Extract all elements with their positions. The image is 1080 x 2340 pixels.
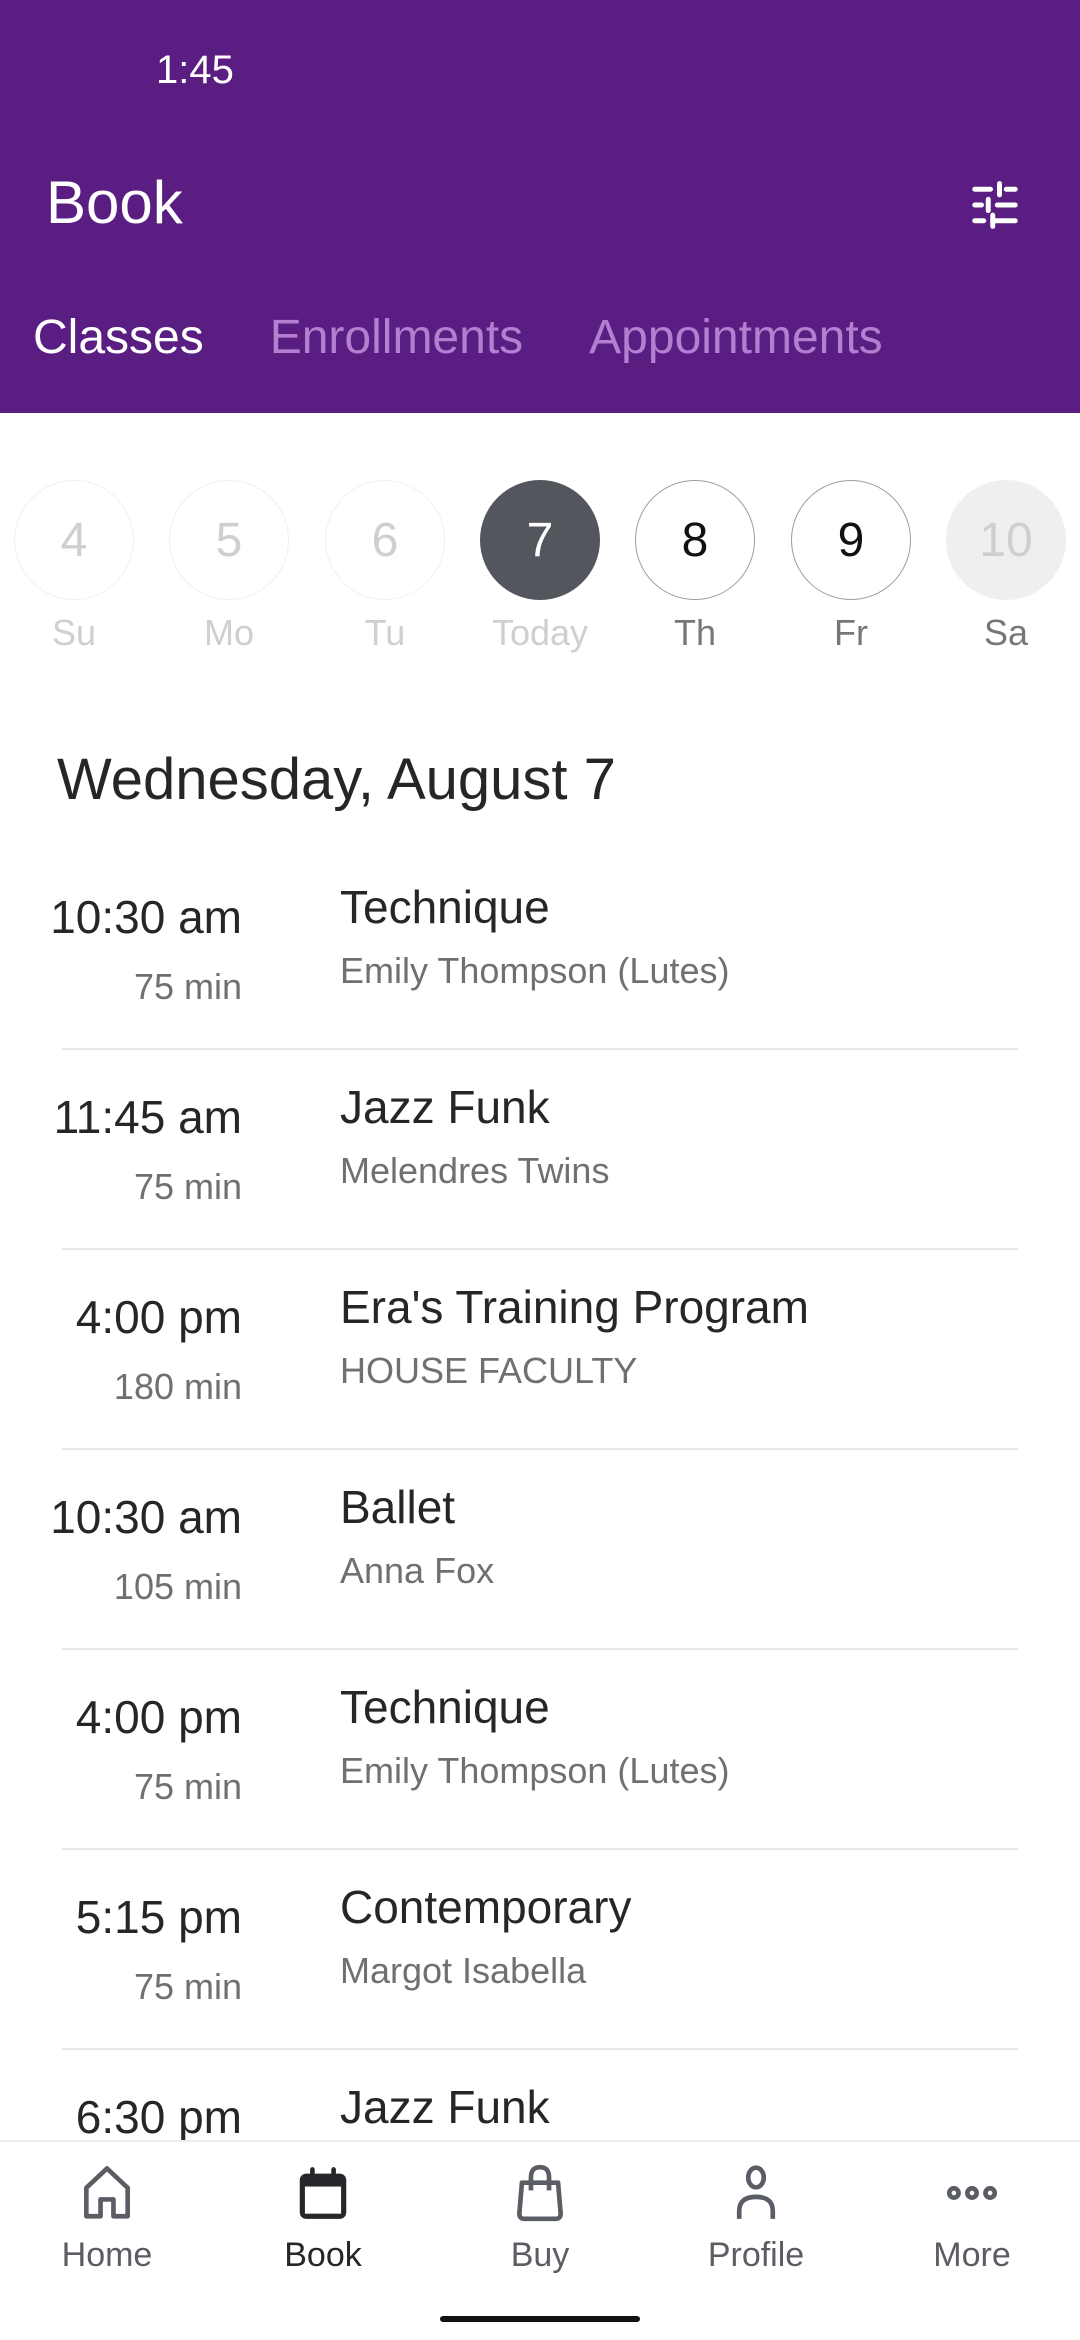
person-icon [736, 2165, 776, 2219]
nav-more[interactable]: More [882, 2162, 1062, 2275]
tab-enrollments[interactable]: Enrollments [270, 310, 523, 390]
class-duration: 75 min [133, 1966, 242, 2007]
class-row[interactable]: 5:15 pm 75 min Contemporary Margot Isabe… [0, 1850, 1080, 2050]
class-instructor: HOUSE FACULTY [340, 1350, 638, 1391]
home-indicator[interactable] [440, 2316, 640, 2322]
class-duration: 75 min [133, 1766, 242, 1807]
class-time: 5:15 pm [75, 1891, 242, 1943]
tab-bar: Classes Enrollments Appointments [0, 310, 949, 390]
class-name: Ballet [340, 1481, 456, 1533]
nav-buy[interactable]: Buy [450, 2162, 630, 2275]
sliders-icon [972, 181, 1018, 229]
class-time: 4:00 pm [75, 1691, 242, 1743]
nav-book[interactable]: Book [233, 2162, 413, 2275]
tab-appointments[interactable]: Appointments [589, 310, 883, 390]
class-duration: 105 min [113, 1566, 242, 1607]
class-instructor: Emily Thompson (Lutes) [340, 950, 730, 991]
day-4[interactable]: 4 Su [14, 480, 134, 654]
day-circle: 8 [635, 480, 755, 600]
nav-profile[interactable]: Profile [666, 2162, 846, 2275]
class-time: 10:30 am [50, 891, 242, 943]
class-duration: 75 min [133, 966, 242, 1007]
shopping-bag-icon [517, 2164, 563, 2222]
class-row[interactable]: 10:30 am 75 min Technique Emily Thompson… [0, 850, 1080, 1050]
day-circle: 9 [791, 480, 911, 600]
class-time: 11:45 am [53, 1091, 242, 1143]
class-time: 6:30 pm [75, 2091, 242, 2143]
day-label: Mo [203, 612, 254, 653]
nav-label: Buy [510, 2236, 570, 2274]
filter-button[interactable] [960, 170, 1030, 240]
class-name: Jazz Funk [340, 1081, 550, 1133]
class-row[interactable]: 4:00 pm 180 min Era's Training Program H… [0, 1250, 1080, 1450]
date-heading: Wednesday, August 7 [57, 747, 616, 812]
day-circle: 6 [325, 480, 445, 600]
tab-classes[interactable]: Classes [33, 310, 204, 390]
day-label: Th [673, 612, 716, 653]
page-title: Book [46, 169, 183, 236]
class-row[interactable]: 4:00 pm 75 min Technique Emily Thompson … [0, 1650, 1080, 1850]
day-8[interactable]: 8 Th [635, 480, 755, 654]
day-6[interactable]: 6 Tu [325, 480, 445, 654]
day-label: Sa [983, 612, 1029, 653]
nav-label: Profile [707, 2236, 805, 2274]
calendar-icon [299, 2167, 347, 2219]
class-name: Technique [340, 1681, 550, 1733]
class-row[interactable]: 10:30 am 105 min Ballet Anna Fox [0, 1450, 1080, 1650]
day-label: Su [51, 612, 97, 653]
day-10[interactable]: 10 Sa [946, 480, 1066, 654]
class-instructor: Anna Fox [340, 1550, 495, 1591]
day-label: Tu [364, 612, 406, 653]
day-label: Fr [834, 612, 868, 653]
class-name: Era's Training Program [340, 1281, 809, 1333]
nav-label: Book [284, 2236, 362, 2274]
app-header: 1:45 Book Classes Enrollments Appointmen… [0, 0, 1080, 413]
day-selector: 4 Su 5 Mo 6 Tu 7 Today 8 Th 9 Fr 10 Sa [0, 480, 1080, 660]
day-circle: 4 [14, 480, 134, 600]
day-circle: 10 [946, 480, 1066, 600]
class-name: Jazz Funk [340, 2081, 550, 2133]
day-circle-selected: 7 [480, 480, 600, 600]
status-bar-time: 1:45 [156, 48, 234, 92]
class-duration: 75 min [133, 1166, 242, 1207]
more-dots-icon [946, 2186, 998, 2200]
bottom-nav: Home Book Buy Profile More [0, 2140, 1080, 2340]
class-name: Technique [340, 881, 550, 933]
day-9[interactable]: 9 Fr [791, 480, 911, 654]
nav-label: More [933, 2236, 1011, 2274]
class-duration: 180 min [113, 1366, 242, 1407]
day-5[interactable]: 5 Mo [169, 480, 289, 654]
home-icon [84, 2166, 130, 2219]
class-instructor: Emily Thompson (Lutes) [340, 1750, 730, 1791]
class-list: 10:30 am 75 min Technique Emily Thompson… [0, 850, 1080, 2250]
nav-label: Home [61, 2236, 153, 2274]
day-7-today[interactable]: 7 Today [480, 480, 600, 654]
class-name: Contemporary [340, 1881, 632, 1933]
class-instructor: Melendres Twins [340, 1150, 610, 1191]
class-instructor: Margot Isabella [340, 1950, 587, 1991]
day-label: Today [491, 612, 589, 653]
class-time: 4:00 pm [75, 1291, 242, 1343]
class-time: 10:30 am [50, 1491, 242, 1543]
class-row[interactable]: 11:45 am 75 min Jazz Funk Melendres Twin… [0, 1050, 1080, 1250]
day-circle: 5 [169, 480, 289, 600]
nav-home[interactable]: Home [17, 2162, 197, 2275]
